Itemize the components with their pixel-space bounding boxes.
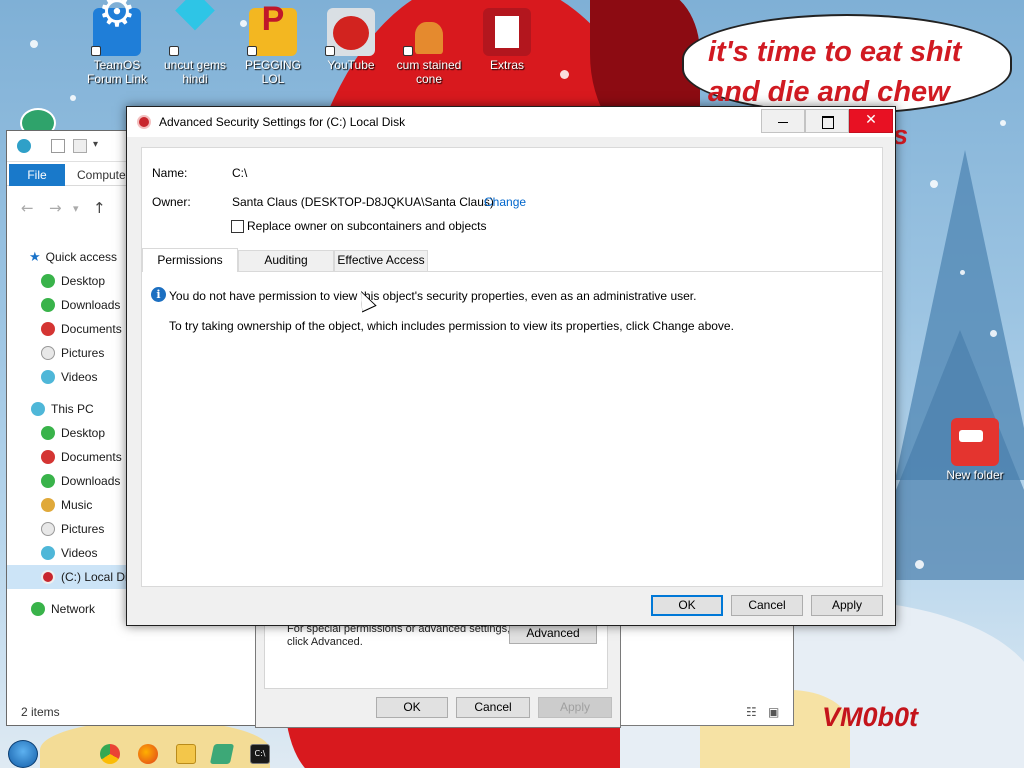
new-folder-quick-icon[interactable] <box>73 139 87 153</box>
ornament-icon <box>41 545 55 560</box>
tab-effective-access[interactable]: Effective Access <box>334 250 428 271</box>
desktop-icon-label: uncut gems hindi <box>163 58 227 86</box>
large-icons-view-icon[interactable]: ▣ <box>768 705 779 719</box>
desktop-icon-new-folder[interactable]: New folder <box>936 418 1014 482</box>
tab-auditing[interactable]: Auditing <box>238 250 334 271</box>
no-permission-message: You do not have permission to view this … <box>169 289 697 303</box>
desktop-icon-extras[interactable]: Extras <box>468 8 546 72</box>
owner-value: Santa Claus (DESKTOP-D8JQKUA\Santa Claus… <box>232 195 494 209</box>
tab-computer[interactable]: Compute <box>77 164 126 186</box>
dialog-title: Advanced Security Settings for (C:) Loca… <box>159 115 406 129</box>
ornament-icon <box>41 321 55 336</box>
chevron-down-icon[interactable]: ▾ <box>73 202 79 215</box>
p-logo-icon <box>247 8 297 56</box>
owner-label: Owner: <box>152 195 191 209</box>
replace-owner-checkbox[interactable] <box>231 220 244 233</box>
ornament-icon <box>41 345 55 360</box>
status-bar-item-count: 2 items <box>21 705 60 719</box>
command-prompt-icon[interactable]: C:\ <box>250 744 270 764</box>
drive-icon <box>41 569 55 584</box>
desktop-icon-uncut-gems[interactable]: uncut gems hindi <box>156 0 234 86</box>
info-icon: i <box>151 287 166 302</box>
chevron-down-icon[interactable]: ▾ <box>93 139 98 150</box>
tab-permissions[interactable]: Permissions <box>142 248 238 272</box>
speech-bubble-text: it's time to eat shit and die and chew <box>708 36 962 108</box>
notepad-icon[interactable] <box>209 744 235 764</box>
desktop-icon-label: New folder <box>946 468 1004 482</box>
ornament-icon <box>41 273 55 288</box>
desktop-icon-pegging[interactable]: PEGGING LOL <box>234 8 312 86</box>
ornament-icon <box>41 297 55 312</box>
explorer-app-icon <box>17 139 31 153</box>
star-icon: ★ <box>29 249 41 264</box>
advanced-security-settings-dialog: Advanced Security Settings for (C:) Loca… <box>126 106 896 626</box>
security-tabs: Permissions Auditing Effective Access <box>142 248 882 272</box>
name-label: Name: <box>152 166 188 180</box>
back-arrow-icon[interactable]: ← <box>21 199 34 217</box>
advanced-hint-text: For special permissions or advanced sett… <box>287 623 511 648</box>
properties-cancel-button[interactable]: Cancel <box>456 697 530 718</box>
desktop-icon-youtube[interactable]: YouTube <box>312 8 390 72</box>
ornament-icon <box>41 521 55 536</box>
desktop-icon-label: PEGGING LOL <box>244 58 301 86</box>
minimize-button[interactable] <box>761 109 805 133</box>
ornament-icon <box>41 449 55 464</box>
explorer-content-fragment: ☷ ▣ <box>620 620 794 726</box>
dialog-content-panel: Name: C:\ Owner: Santa Claus (DESKTOP-D8… <box>141 147 883 587</box>
desktop-icon-label: Extras <box>489 58 524 72</box>
ornament-icon <box>41 369 55 384</box>
folder-icon <box>951 418 999 466</box>
replace-owner-label: Replace owner on subcontainers and objec… <box>247 219 487 233</box>
firefox-icon[interactable] <box>138 744 158 764</box>
forward-arrow-icon[interactable]: → <box>49 199 62 217</box>
tab-divider <box>142 271 882 272</box>
computer-icon <box>31 401 45 416</box>
take-ownership-hint: To try taking ownership of the object, w… <box>169 319 734 333</box>
desktop-icon-label: TeamOS Forum Link <box>86 58 148 86</box>
chrome-icon[interactable] <box>100 744 120 764</box>
dialog-title-bar[interactable]: Advanced Security Settings for (C:) Loca… <box>127 107 895 137</box>
advanced-button[interactable]: Advanced <box>509 623 597 644</box>
name-value: C:\ <box>232 166 248 180</box>
change-owner-link[interactable]: Change <box>484 195 526 209</box>
network-icon <box>31 601 45 616</box>
ornament-icon <box>41 425 55 440</box>
nav-local-disk[interactable]: (C:) Local Di <box>7 565 127 589</box>
apply-button[interactable]: Apply <box>811 595 883 616</box>
desktop-icon-label: cum stained cone <box>396 58 462 86</box>
up-arrow-icon[interactable]: ↑ <box>93 199 106 217</box>
properties-quick-icon[interactable] <box>51 139 65 153</box>
maximize-button[interactable] <box>805 109 849 133</box>
gear-icon <box>91 5 141 56</box>
cancel-button[interactable]: Cancel <box>731 595 803 616</box>
desktop-icon-label: YouTube <box>327 58 375 72</box>
file-explorer-icon[interactable] <box>176 744 196 764</box>
tab-file[interactable]: File <box>9 164 65 186</box>
diamond-icon <box>169 0 219 56</box>
ornament-icon <box>41 497 55 512</box>
desktop-icon-teamos[interactable]: TeamOS Forum Link <box>78 5 156 86</box>
start-button[interactable] <box>8 740 38 768</box>
details-view-icon[interactable]: ☷ <box>746 705 757 719</box>
ornament-icon <box>41 473 55 488</box>
desktop-icon-cone[interactable]: cum stained cone <box>390 8 468 86</box>
properties-ok-button[interactable]: OK <box>376 697 448 718</box>
folder-icon <box>483 8 531 56</box>
angry-bird-icon <box>325 8 375 56</box>
ok-button[interactable]: OK <box>651 595 723 616</box>
wallpaper-signature: VM0b0t <box>822 702 919 732</box>
security-shield-icon <box>137 115 151 129</box>
close-button[interactable] <box>849 109 893 133</box>
traffic-cone-icon <box>403 8 453 56</box>
properties-apply-button[interactable]: Apply <box>538 697 612 718</box>
